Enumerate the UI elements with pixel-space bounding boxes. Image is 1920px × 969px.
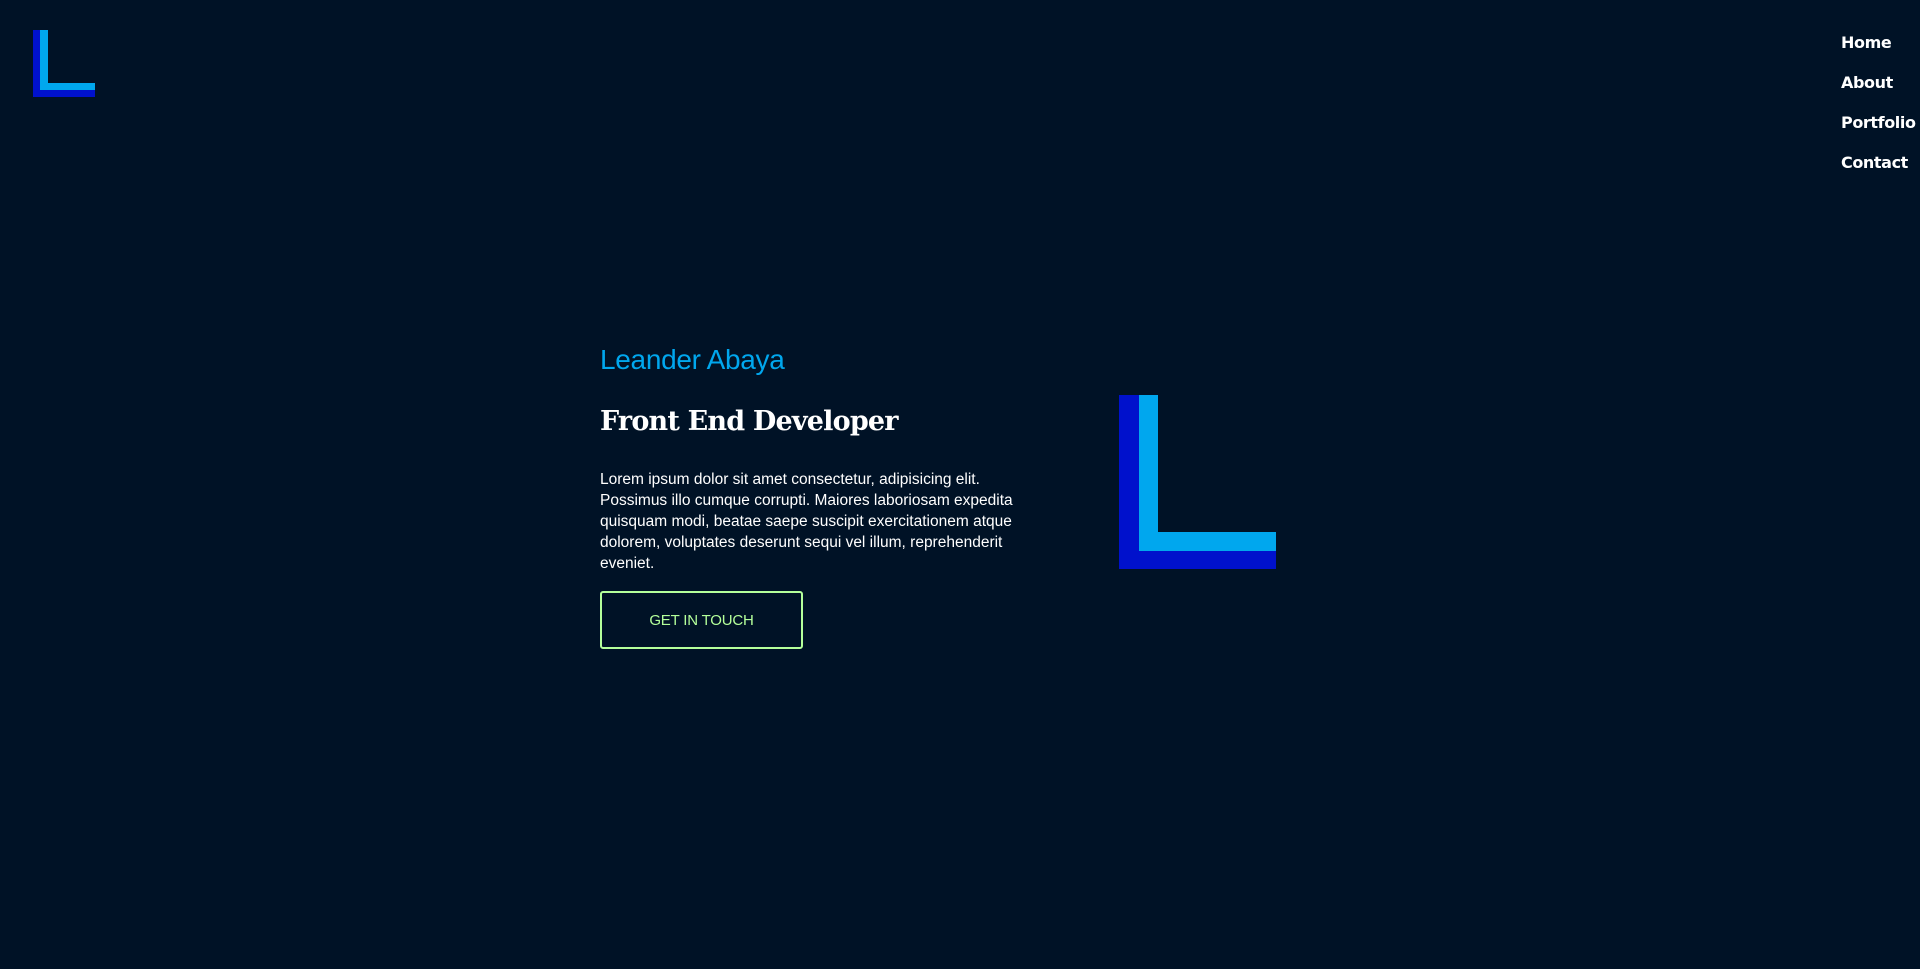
nav-item-home[interactable]: Home: [1841, 23, 1916, 63]
nav-item-contact[interactable]: Contact: [1841, 143, 1916, 183]
mark-vertical-dark-bar: [1119, 395, 1139, 569]
page: Home About Portfolio Contact Leander Aba…: [0, 0, 1920, 969]
logo-horizontal-dark-bar: [40, 90, 95, 97]
L-logo-mark-icon: [1119, 395, 1276, 569]
L-logo-icon[interactable]: [33, 30, 95, 97]
nav-item-portfolio[interactable]: Portfolio: [1841, 103, 1916, 143]
main-nav: Home About Portfolio Contact: [1841, 23, 1916, 183]
mark-horizontal-light-bar: [1158, 532, 1276, 551]
logo-horizontal-light-bar: [48, 83, 95, 90]
nav-item-about[interactable]: About: [1841, 63, 1916, 103]
hero-section: Leander Abaya Front End Developer Lorem …: [600, 340, 1050, 649]
mark-vertical-light-bar: [1139, 395, 1158, 551]
logo-vertical-dark-bar: [33, 30, 40, 97]
hero-name: Leander Abaya: [600, 344, 785, 375]
hero-title: Front End Developer: [600, 406, 899, 437]
hero-description: Lorem ipsum dolor sit amet consectetur, …: [600, 471, 1013, 572]
mark-horizontal-dark-bar: [1139, 551, 1276, 569]
logo-vertical-light-bar: [40, 30, 48, 90]
get-in-touch-button[interactable]: GET IN TOUCH: [600, 591, 803, 649]
